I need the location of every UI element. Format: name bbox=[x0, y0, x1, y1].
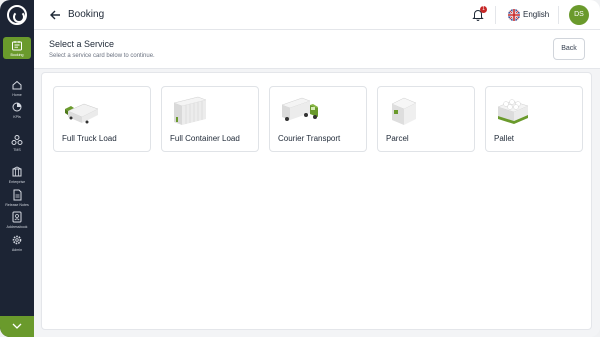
app-logo[interactable] bbox=[7, 5, 27, 25]
sidebar-item-home[interactable]: Home bbox=[0, 78, 34, 100]
truck-icon bbox=[65, 103, 99, 124]
sidebar-item-kpis[interactable]: KPIs bbox=[0, 100, 34, 122]
sidebar-item-label: Enterprise bbox=[8, 180, 26, 184]
sidebar-item-label: Home bbox=[12, 93, 22, 97]
sidebar-item-enterprise[interactable]: Enterprise bbox=[0, 165, 34, 187]
service-card-pallet[interactable]: Pallet bbox=[485, 86, 583, 152]
sidebar-collapse-button[interactable] bbox=[0, 316, 34, 337]
sidebar-item-label: KPIs bbox=[13, 115, 21, 119]
sidebar-item-label: Booking bbox=[10, 53, 24, 57]
section-title: Select a Service bbox=[49, 39, 115, 49]
sidebar-item-label: Admin bbox=[11, 248, 23, 252]
back-button[interactable]: Back bbox=[553, 38, 585, 60]
chevron-down-icon bbox=[12, 323, 22, 329]
service-card-label: Full Truck Load bbox=[62, 134, 117, 143]
sidebar-item-admin[interactable]: Admin bbox=[0, 233, 34, 255]
service-card-label: Parcel bbox=[386, 134, 409, 143]
enterprise-icon bbox=[12, 166, 22, 177]
app-window: Booking Home KPIs TMS Enterprise Release… bbox=[0, 0, 600, 337]
header-divider bbox=[558, 6, 559, 24]
sidebar-item-addressbook[interactable]: Addressbook bbox=[0, 210, 34, 232]
notification-badge: 1 bbox=[480, 6, 487, 13]
release-notes-icon bbox=[13, 189, 22, 201]
top-header: Booking 1 English DS bbox=[34, 0, 600, 30]
avatar[interactable]: DS bbox=[569, 5, 589, 25]
sidebar-item-label: TMS bbox=[13, 148, 21, 152]
booking-icon bbox=[12, 41, 22, 51]
service-card-parcel[interactable]: Parcel bbox=[377, 86, 475, 152]
page-title: Booking bbox=[68, 9, 105, 20]
language-selector[interactable]: English bbox=[523, 10, 549, 19]
sidebar: Booking Home KPIs TMS Enterprise Release… bbox=[0, 0, 34, 337]
kpi-icon bbox=[12, 102, 22, 112]
sidebar-item-release-notes[interactable]: Release Notes bbox=[0, 188, 34, 210]
section-header: Select a Service Select a service card b… bbox=[34, 30, 600, 69]
service-card-full-container-load[interactable]: Full Container Load bbox=[161, 86, 259, 152]
sidebar-item-label: Addressbook bbox=[6, 225, 28, 229]
back-arrow-icon[interactable] bbox=[48, 8, 62, 22]
service-card-panel: Full Truck Load Full Container Load Cour… bbox=[41, 72, 592, 330]
section-description: Select a service card below to continue. bbox=[49, 53, 155, 59]
uk-flag-icon[interactable] bbox=[508, 9, 520, 21]
sidebar-item-label: Release Notes bbox=[5, 203, 29, 207]
gear-icon bbox=[12, 235, 22, 245]
container-icon bbox=[173, 96, 207, 125]
sidebar-item-booking[interactable]: Booking bbox=[3, 37, 31, 59]
service-card-label: Full Container Load bbox=[170, 134, 240, 143]
service-card-courier-transport[interactable]: Courier Transport bbox=[269, 86, 367, 152]
courier-van-icon bbox=[281, 97, 318, 121]
service-card-full-truck-load[interactable]: Full Truck Load bbox=[53, 86, 151, 152]
sidebar-item-tms[interactable]: TMS bbox=[0, 133, 34, 155]
parcel-icon bbox=[391, 97, 417, 125]
addressbook-icon bbox=[12, 211, 22, 223]
service-card-label: Pallet bbox=[494, 134, 515, 143]
service-card-label: Courier Transport bbox=[278, 134, 341, 143]
home-icon bbox=[12, 80, 22, 90]
tms-icon bbox=[11, 135, 23, 145]
header-divider bbox=[495, 6, 496, 24]
pallet-icon bbox=[497, 99, 529, 124]
